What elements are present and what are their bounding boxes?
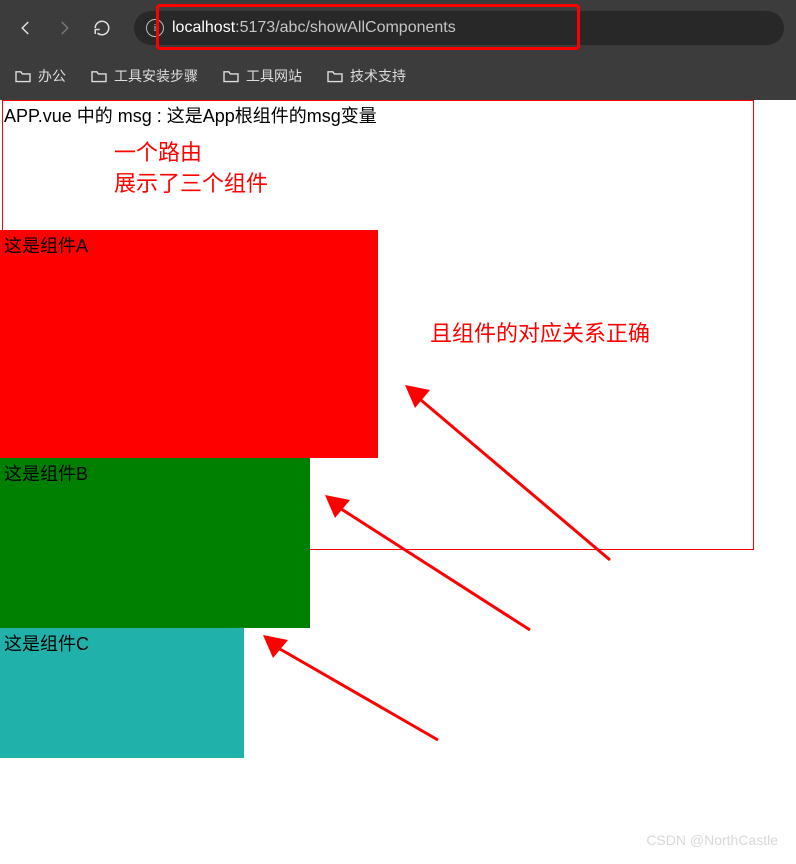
bookmark-folder-2[interactable]: 工具网站	[222, 66, 302, 86]
component-c: 这是组件C	[0, 628, 244, 758]
watermark: CSDN @NorthCastle	[646, 832, 778, 848]
browser-chrome: i localhost:5173/abc/showAllComponents 办…	[0, 0, 796, 100]
folder-icon	[222, 69, 240, 83]
bookmark-folder-3[interactable]: 技术支持	[326, 66, 406, 86]
bookmarks-bar: 办公 工具安装步骤 工具网站 技术支持	[0, 56, 796, 96]
url-port: :5173	[235, 19, 275, 36]
annotation-arrow-2	[320, 490, 550, 650]
folder-icon	[326, 69, 344, 83]
annotation-arrow-3	[258, 630, 458, 760]
folder-icon	[90, 69, 108, 83]
back-button[interactable]	[12, 14, 40, 42]
url-host: localhost	[172, 19, 235, 36]
browser-nav-row: i localhost:5173/abc/showAllComponents	[0, 0, 796, 56]
annotation-arrow-1	[400, 380, 630, 580]
annotation-line-1: 一个路由	[114, 138, 268, 169]
bookmark-label: 工具安装步骤	[114, 66, 198, 86]
bookmark-folder-0[interactable]: 办公	[14, 66, 66, 86]
annotation-line-2: 展示了三个组件	[114, 169, 268, 200]
bookmark-label: 技术支持	[350, 66, 406, 86]
url-path: /abc/showAllComponents	[275, 19, 456, 36]
bookmark-label: 工具网站	[246, 66, 302, 86]
bookmark-label: 办公	[38, 66, 66, 86]
component-c-label: 这是组件C	[4, 634, 89, 654]
url-text: localhost:5173/abc/showAllComponents	[172, 19, 456, 37]
component-b-label: 这是组件B	[4, 464, 88, 484]
bookmark-folder-1[interactable]: 工具安装步骤	[90, 66, 198, 86]
address-bar[interactable]: i localhost:5173/abc/showAllComponents	[134, 11, 784, 45]
annotation-route-note: 一个路由 展示了三个组件	[114, 138, 268, 200]
component-a: 这是组件A	[0, 230, 378, 458]
app-msg-text: APP.vue 中的 msg : 这是App根组件的msg变量	[0, 100, 796, 130]
site-info-icon[interactable]: i	[146, 19, 164, 37]
folder-icon	[14, 69, 32, 83]
annotation-mapping-note: 且组件的对应关系正确	[430, 316, 650, 348]
page-viewport: APP.vue 中的 msg : 这是App根组件的msg变量 一个路由 展示了…	[0, 100, 796, 758]
component-b: 这是组件B	[0, 458, 310, 628]
forward-button[interactable]	[50, 14, 78, 42]
reload-button[interactable]	[88, 14, 116, 42]
component-a-label: 这是组件A	[4, 236, 88, 256]
